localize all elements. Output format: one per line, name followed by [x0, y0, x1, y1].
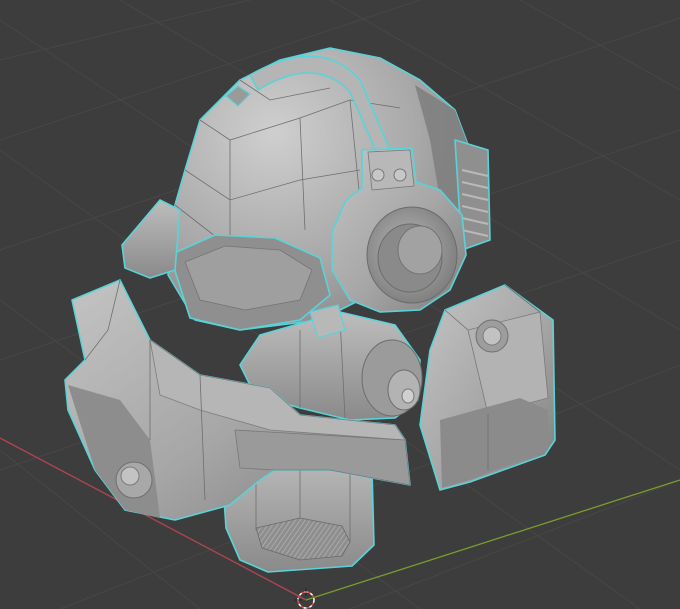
right-side-block[interactable]: [419, 284, 556, 491]
bolt-icon: [115, 461, 153, 499]
3d-viewport[interactable]: [0, 0, 680, 609]
bolt-icon: [475, 319, 509, 353]
helmet-mesh[interactable]: [64, 47, 556, 573]
left-cheek-guard[interactable]: [121, 199, 181, 279]
viewport-canvas[interactable]: [0, 0, 680, 609]
